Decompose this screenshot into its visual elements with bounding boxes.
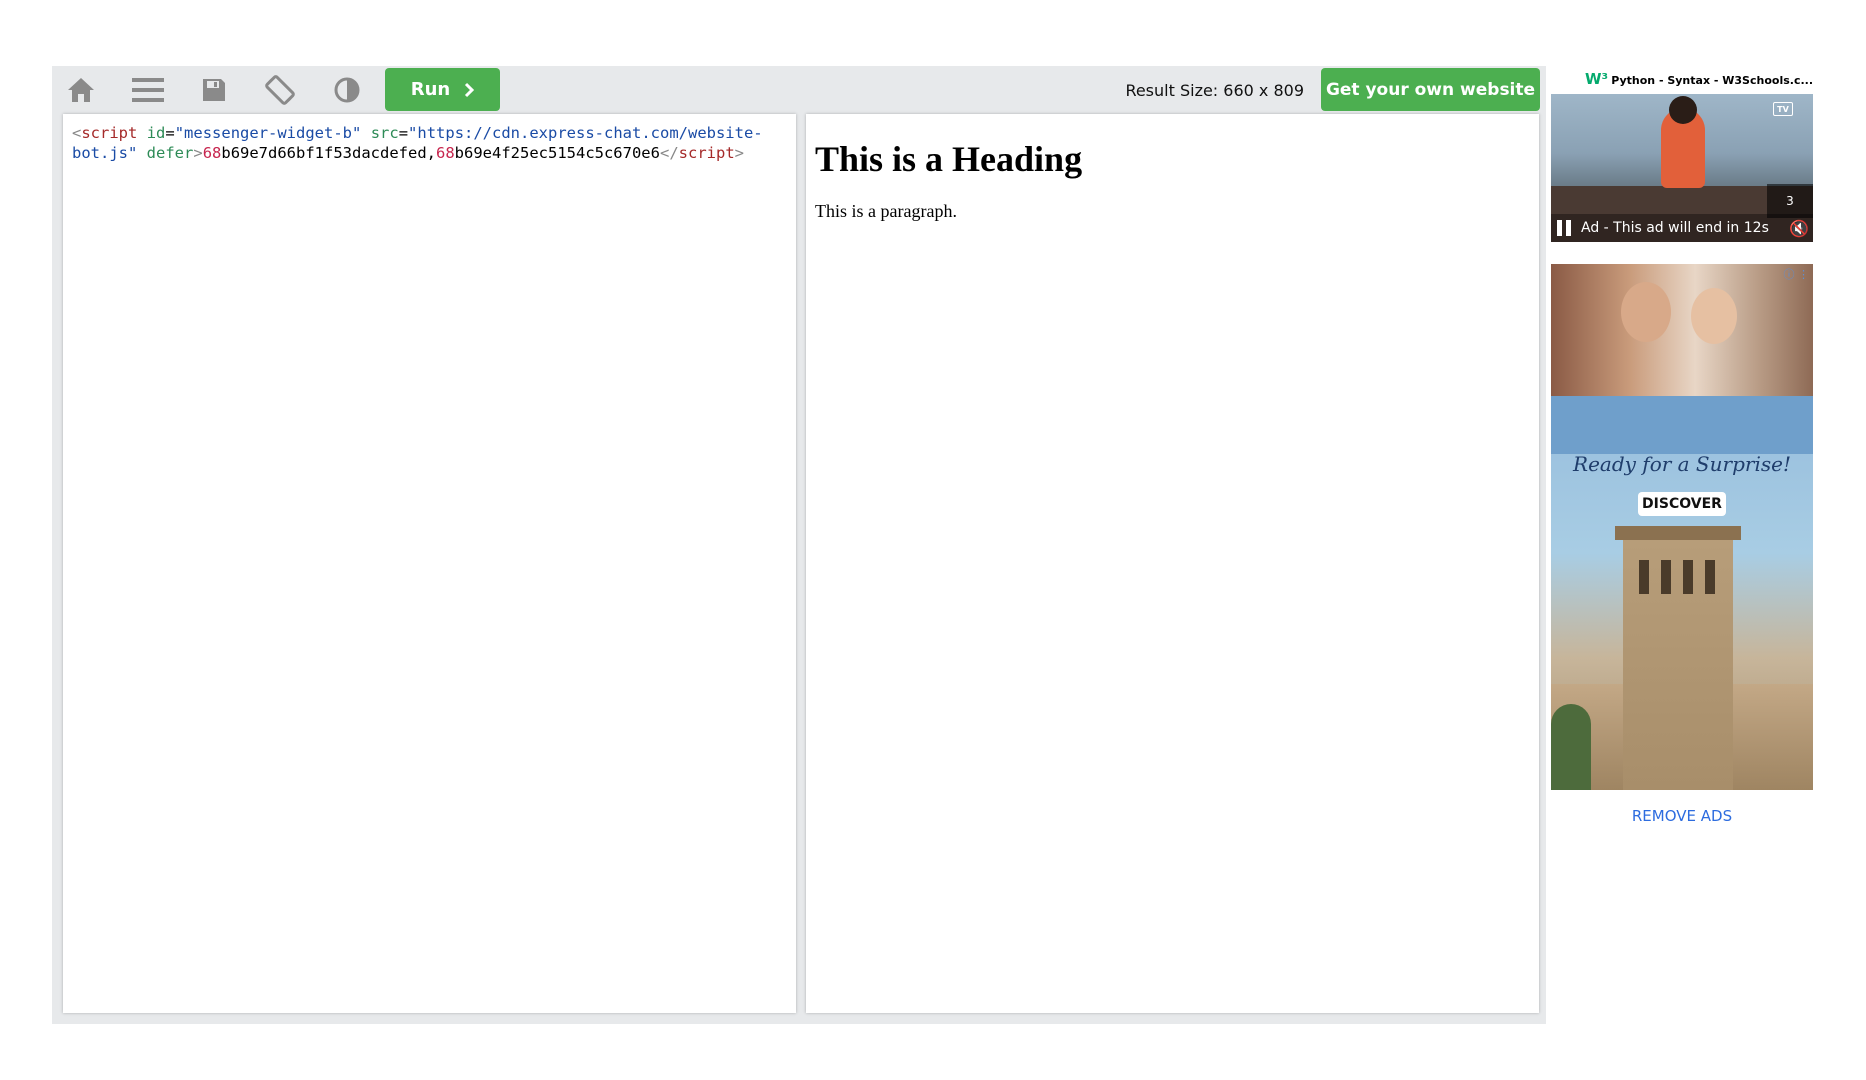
tv-badge-icon: TV [1773,102,1793,116]
menu-icon[interactable] [128,70,168,110]
ad-countdown: 3 [1767,184,1813,218]
code-token: "messenger-widget-b" [174,124,362,142]
result-heading: This is a Heading [815,139,1083,179]
display-ad[interactable]: ⓘ ⋮ Ready for a Surprise! DISCOVER [1551,264,1813,790]
code-text[interactable]: <script id="messenger-widget-b" src="htt… [72,123,766,163]
display-ad-tagline: Ready for a Surprise! [1573,452,1791,476]
code-token: b69e7d66bf1f53dacdefed, [221,144,436,162]
run-button[interactable]: Run [385,68,500,111]
tryit-workspace: Run Result Size: 660 x 809 Get your own … [52,66,1546,1024]
pause-icon[interactable] [1557,220,1571,236]
remove-ads-link[interactable]: REMOVE ADS [1551,807,1813,825]
code-token: defer [146,144,194,162]
display-ad-photo [1551,264,1813,396]
home-icon[interactable] [61,70,101,110]
code-token: > [193,144,203,162]
tower-window [1705,560,1715,594]
code-token: script [81,124,138,142]
code-token: id [146,124,166,142]
code-token: < [72,124,82,142]
code-token: 68 [202,144,222,162]
result-size-label: Result Size: 660 x 809 [1125,81,1304,100]
tower-window [1661,560,1671,594]
code-editor[interactable]: <script id="messenger-widget-b" src="htt… [63,114,796,1013]
rotate-icon[interactable] [260,70,300,110]
video-ad[interactable]: W³ Python - Syntax - W3Schools.c... TV 3… [1551,66,1813,242]
display-ad-person-1 [1621,282,1671,342]
video-ad-title[interactable]: Python - Syntax - W3Schools.c... [1611,74,1813,87]
ad-info-icon[interactable]: ⓘ ⋮ [1784,266,1810,282]
mute-icon[interactable]: 🔇 [1789,219,1809,239]
code-token: = [165,124,175,142]
run-button-label: Run [410,79,451,100]
code-token: > [734,144,744,162]
video-ad-player[interactable]: TV 3 Ad - This ad will end in 12s 🔇 [1551,94,1813,242]
display-ad-band [1551,396,1813,454]
tower-window [1639,560,1649,594]
discover-button[interactable]: DISCOVER [1638,492,1726,516]
code-token: </ [659,144,679,162]
video-scene-head [1669,96,1697,124]
code-token: script [678,144,735,162]
w3schools-logo: W³ [1585,70,1609,88]
contrast-icon[interactable] [327,70,367,110]
code-token: src [370,124,399,142]
get-own-website-button[interactable]: Get your own website [1321,68,1540,111]
ad-status-text: Ad - This ad will end in 12s [1581,220,1769,236]
chevron-right-icon [465,82,475,97]
result-paragraph: This is a paragraph. [815,201,957,221]
code-token: = [398,124,409,142]
video-ad-controls: Ad - This ad will end in 12s 🔇 [1551,214,1813,242]
save-icon[interactable] [194,70,234,110]
toolbar: Run Result Size: 660 x 809 Get your own … [52,66,1546,113]
display-ad-person-2 [1691,288,1737,344]
code-token: b69e4f25ec5154c5c670e6 [454,144,660,162]
display-ad-tower-top [1615,526,1741,540]
video-ad-header: W³ Python - Syntax - W3Schools.c... [1551,66,1813,94]
code-token: 68 [436,144,455,162]
display-ad-tree [1551,704,1591,790]
result-panel: This is a Heading This is a paragraph. [806,114,1539,1013]
tower-window [1683,560,1693,594]
